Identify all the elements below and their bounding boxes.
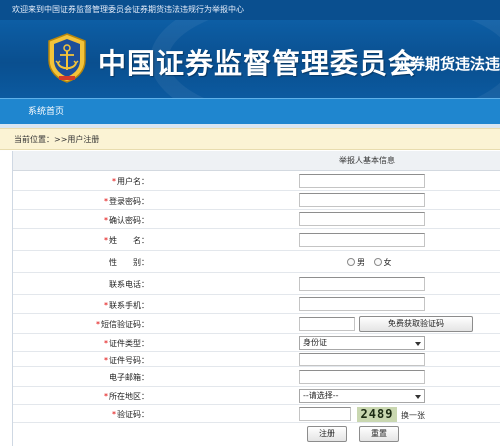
row-id-number: *证件号码：: [13, 352, 500, 367]
row-mobile: *联系手机：: [13, 295, 500, 314]
sms-code-input[interactable]: [299, 317, 355, 331]
required-mark: *: [104, 339, 108, 348]
chevron-down-icon: [415, 342, 421, 346]
label-sms-code: 短信验证码：: [101, 320, 149, 329]
get-sms-code-button[interactable]: 免费获取验证码: [359, 316, 473, 332]
captcha-input[interactable]: [299, 407, 351, 421]
csrc-emblem-icon: [48, 33, 86, 83]
gender-option-female: 女: [383, 258, 392, 267]
required-mark: *: [104, 197, 108, 206]
required-mark: *: [104, 236, 108, 245]
label-region: 所在地区：: [109, 392, 149, 401]
mobile-input[interactable]: [299, 297, 425, 311]
label-name: 姓 名：: [109, 236, 149, 245]
form-section-title: 举报人基本信息: [13, 151, 500, 171]
row-name: *姓 名：: [13, 229, 500, 251]
label-email: 电子邮箱：: [109, 373, 149, 382]
breadcrumb: 当前位置：>>用户注册: [0, 128, 500, 150]
label-gender: 性 别：: [109, 258, 149, 267]
submit-button[interactable]: 注册: [307, 426, 347, 442]
gender-option-male: 男: [357, 258, 365, 267]
id-type-selected: 身份证: [303, 338, 327, 347]
email-input[interactable]: [299, 370, 425, 384]
row-confirm-password: *确认密码：: [13, 210, 500, 229]
id-type-select[interactable]: 身份证: [299, 336, 425, 350]
row-phone: 联系电话：: [13, 273, 500, 295]
gender-radio-group: 男 女: [347, 257, 398, 268]
row-captcha: *验证码： 2489 换一张: [13, 405, 500, 423]
label-confirm-password: 确认密码：: [109, 216, 149, 225]
region-select[interactable]: --请选择--: [299, 389, 425, 403]
registration-form: 举报人基本信息 *用户名： *登录密码： *确认密码： *姓 名： 性 别： 男…: [12, 151, 500, 446]
row-region: *所在地区： --请选择--: [13, 387, 500, 405]
gender-radio-male[interactable]: [347, 258, 355, 266]
site-banner: 中国证券监督管理委员会 证券期货违法违: [0, 20, 500, 98]
row-password: *登录密码：: [13, 191, 500, 210]
phone-input[interactable]: [299, 277, 425, 291]
gender-radio-female[interactable]: [373, 258, 382, 266]
captcha-image[interactable]: 2489: [357, 407, 397, 422]
label-mobile: 联系手机：: [109, 301, 149, 310]
password-input[interactable]: [299, 193, 425, 207]
label-password: 登录密码：: [109, 197, 149, 206]
row-gender: 性 别： 男 女: [13, 251, 500, 273]
row-username: *用户名：: [13, 171, 500, 191]
confirm-password-input[interactable]: [299, 212, 425, 226]
row-actions: 注册 重置: [13, 423, 500, 446]
row-id-type: *证件类型： 身份证: [13, 334, 500, 352]
label-username: 用户名：: [117, 177, 149, 186]
row-sms-code: *短信验证码： 免费获取验证码: [13, 314, 500, 334]
label-id-number: 证件号码：: [109, 356, 149, 365]
nav-bar: 系统首页: [0, 98, 500, 124]
site-subtitle: 证券期货违法违: [395, 55, 500, 73]
welcome-bar: 欢迎来到中国证券监督管理委员会证券期货违法违规行为举报中心: [0, 0, 500, 20]
label-phone: 联系电话：: [109, 280, 149, 289]
label-id-type: 证件类型：: [109, 339, 149, 348]
required-mark: *: [112, 410, 116, 419]
refresh-captcha-link[interactable]: 换一张: [401, 410, 425, 421]
region-selected: --请选择--: [303, 391, 339, 400]
username-input[interactable]: [299, 174, 425, 188]
required-mark: *: [104, 216, 108, 225]
reset-button[interactable]: 重置: [359, 426, 399, 442]
required-mark: *: [112, 177, 116, 186]
nav-item-home[interactable]: 系统首页: [28, 99, 64, 125]
site-title: 中国证券监督管理委员会: [98, 47, 418, 80]
label-captcha: 验证码：: [117, 410, 149, 419]
required-mark: *: [104, 392, 108, 401]
required-mark: *: [104, 356, 108, 365]
id-number-input[interactable]: [299, 353, 425, 366]
name-input[interactable]: [299, 233, 425, 247]
required-mark: *: [96, 320, 100, 329]
row-email: 电子邮箱：: [13, 367, 500, 387]
required-mark: *: [104, 301, 108, 310]
chevron-down-icon: [415, 395, 421, 399]
